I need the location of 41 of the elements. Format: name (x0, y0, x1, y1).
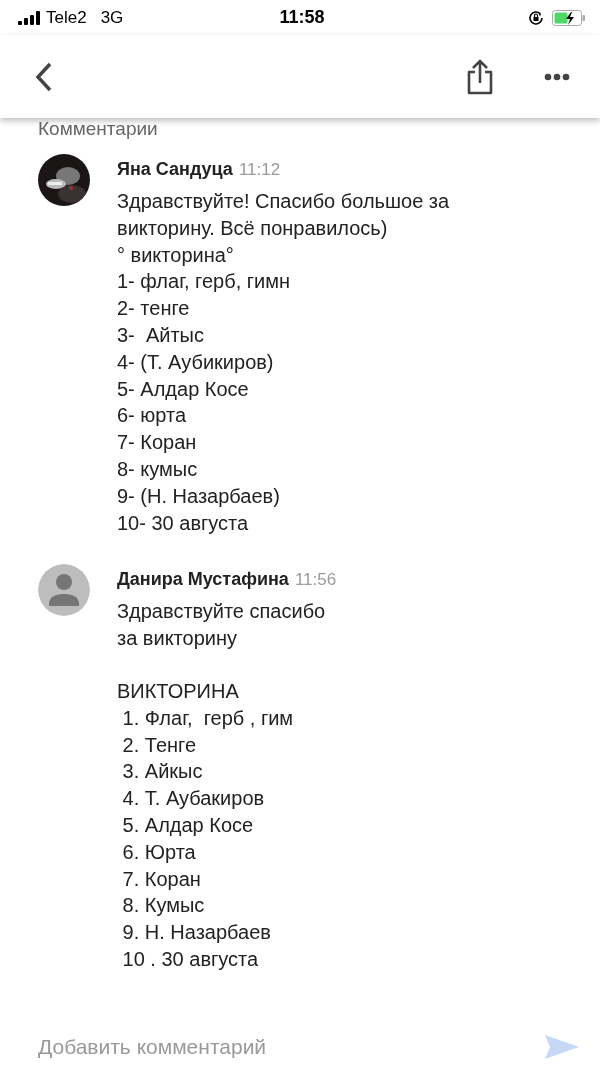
comment-line: 8- кумыс (117, 456, 199, 482)
comment-line: викторину. Всё понравилось) (117, 215, 389, 241)
comment-line: Здравствуйте спасибо (117, 599, 327, 625)
more-button[interactable] (544, 72, 570, 81)
section-title: Комментарии (37, 118, 159, 140)
comment-line: 3- Айтыс (117, 323, 205, 348)
comment-line: ° викторина° (117, 242, 235, 268)
rotation-lock-icon (528, 9, 544, 26)
comment-line: 10- 30 августа (117, 510, 250, 536)
back-button[interactable] (34, 60, 54, 93)
comment-line: 2. Тенге (121, 732, 198, 758)
comment-line: 8. Кумыс (121, 893, 206, 919)
comment-line: 5- Алдар Косе (117, 376, 250, 402)
signal-icon (18, 10, 40, 25)
comment-line: 5. Алдар Косе (121, 812, 255, 838)
comment-line: ВИКТОРИНА (117, 678, 240, 704)
comment-line: 6- юрта (117, 403, 188, 429)
comment-time: 11:56 (294, 570, 337, 591)
comment-line: 10 . 30 августа (121, 946, 260, 972)
comment-line: 9. Н. Назарбаев (121, 920, 272, 946)
network-type: 3G (100, 7, 124, 28)
carrier-name: Tele2 (46, 7, 87, 28)
author-name: Данира Мустафина (117, 569, 289, 591)
comment-line: 7. Коран (121, 866, 202, 892)
share-button[interactable] (466, 58, 494, 95)
battery-icon (552, 9, 586, 26)
comment-line: 7- Коран (117, 430, 198, 456)
comment-line: 4. Т. Аубакиров (121, 786, 266, 812)
clock: 11:58 (279, 7, 325, 28)
comment-line: 9- (Н. Назарбаев) (117, 483, 281, 509)
comment-line: 1. Флаг, герб , гим (121, 705, 295, 731)
comment-line: 4- (Т. Аубикиров) (117, 349, 275, 375)
comment-line: Здравствуйте! Спасибо большое за (117, 189, 450, 214)
comment-line: 1- флаг, герб, гимн (117, 269, 292, 295)
author-name: Яна Сандуца (117, 159, 233, 180)
comment-line: 2- тенге (117, 296, 191, 322)
comment-time: 11:12 (238, 160, 281, 180)
comment-line: за викторину (117, 626, 239, 652)
comment-line: 3. Айкыс (121, 759, 204, 785)
avatar-icon (38, 564, 90, 617)
comment-line: 6. Юрта (121, 839, 197, 865)
